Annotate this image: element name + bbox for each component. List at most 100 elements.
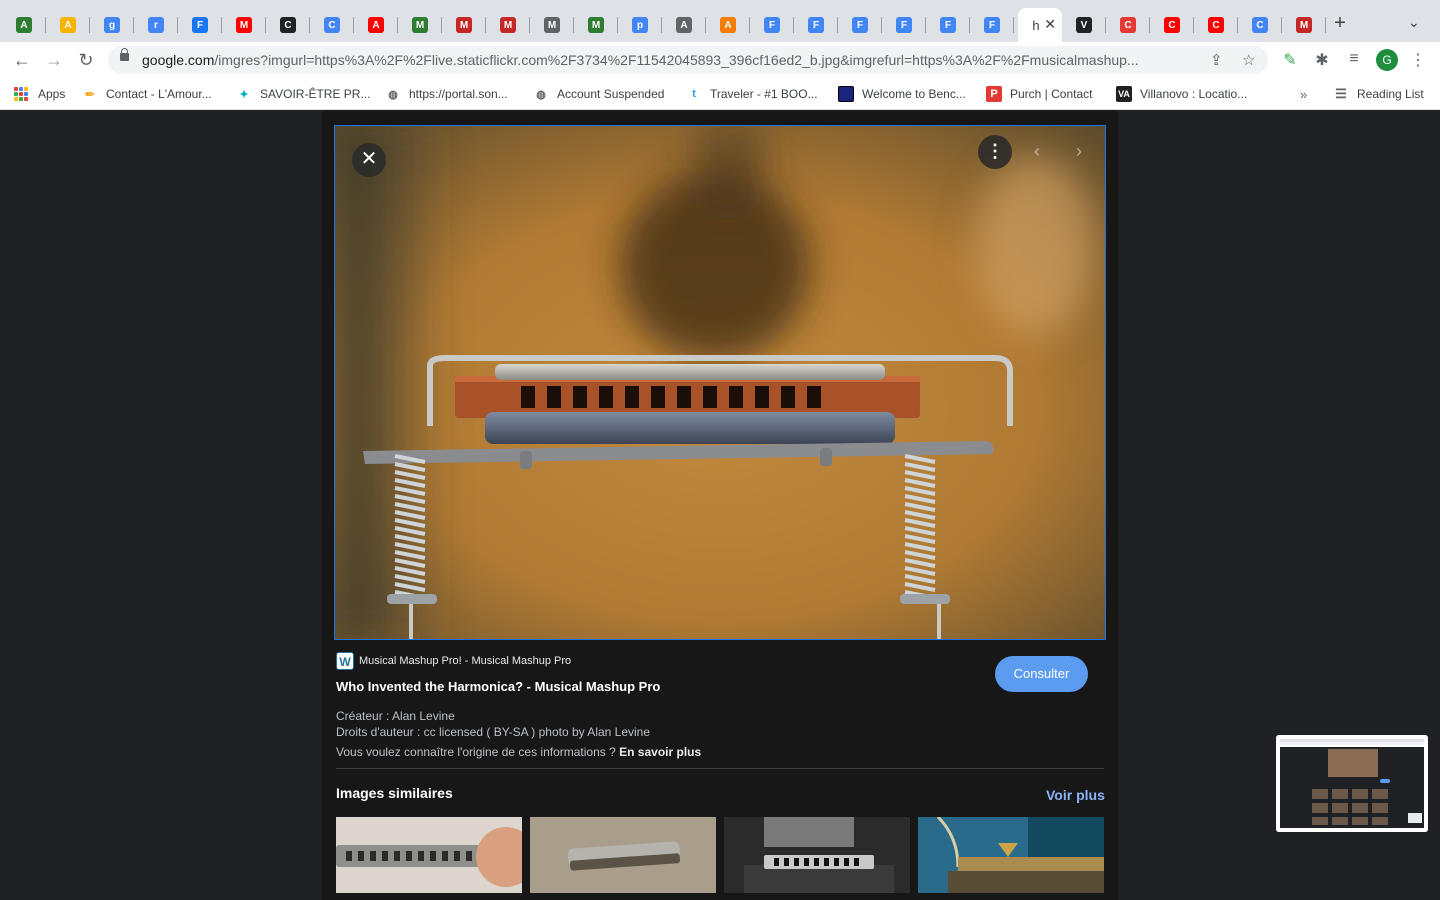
tab-separator <box>969 17 970 33</box>
browser-tab[interactable]: C <box>1154 8 1194 42</box>
browser-tab[interactable]: M <box>402 8 442 42</box>
reload-button[interactable]: ↻ <box>74 48 98 72</box>
reading-list-button[interactable]: ☰ Reading List <box>1333 86 1424 102</box>
tab-favicon-icon: M <box>588 17 604 33</box>
extension-leaf-icon[interactable]: ✎ <box>1280 50 1300 70</box>
tab-separator <box>441 17 442 33</box>
browser-tab[interactable]: F <box>930 8 970 42</box>
profile-avatar[interactable]: G <box>1376 49 1398 71</box>
browser-tab[interactable]: r <box>138 8 178 42</box>
browser-tab[interactable]: M <box>1286 8 1326 42</box>
tab-separator <box>793 17 794 33</box>
next-image-button[interactable]: › <box>1069 141 1089 161</box>
browser-tab[interactable]: F <box>798 8 838 42</box>
more-menu-icon[interactable]: ⋮ <box>1408 50 1428 70</box>
tab-favicon-icon: p <box>632 17 648 33</box>
previous-image-button[interactable]: ‹ <box>1027 141 1047 161</box>
source-row[interactable]: W Musical Mashup Pro! - Musical Mashup P… <box>336 652 571 670</box>
tab-separator <box>749 17 750 33</box>
more-bookmarks-chevron-icon[interactable]: » <box>1300 87 1307 102</box>
bookmark-purch-contact[interactable]: P Purch | Contact <box>986 86 1093 102</box>
close-preview-button[interactable]: ✕ <box>352 143 386 177</box>
bookmark-apps[interactable]: Apps <box>14 86 65 102</box>
browser-tab[interactable]: C <box>1242 8 1282 42</box>
share-icon[interactable]: ⇪ <box>1210 51 1223 69</box>
browser-tab[interactable]: F <box>974 8 1014 42</box>
browser-tab[interactable]: C <box>314 8 354 42</box>
bookmark-label: https://portal.son... <box>409 87 508 101</box>
back-button[interactable]: ← <box>10 48 34 72</box>
tab-favicon-icon: C <box>1164 17 1180 33</box>
address-url[interactable]: google.com/imgres?imgurl=https%3A%2F%2Fl… <box>142 52 1202 68</box>
tab-search-chevron-icon[interactable]: ⌄ <box>1408 14 1420 31</box>
image-viewer[interactable] <box>334 125 1106 640</box>
tab-favicon-icon: A <box>16 17 32 33</box>
browser-tab[interactable]: A <box>6 8 46 42</box>
lock-icon[interactable] <box>120 48 129 61</box>
tab-favicon-icon: A <box>720 17 736 33</box>
new-tab-button[interactable]: + <box>1330 12 1350 35</box>
tab-close-icon[interactable]: ✕ <box>1044 16 1056 33</box>
tab-separator <box>221 17 222 33</box>
similar-image-thumbnail[interactable] <box>336 817 522 893</box>
browser-tab[interactable]: M <box>578 8 618 42</box>
bookmark-welcome-benc[interactable]: Welcome to Benc... <box>838 86 966 102</box>
browser-tab[interactable]: C <box>270 8 310 42</box>
browser-tab[interactable]: F <box>182 8 222 42</box>
bookmark-savoir-etre[interactable]: ✦ SAVOIR-ÊTRE PR... <box>236 86 370 102</box>
bookmark-star-icon[interactable]: ☆ <box>1242 51 1255 69</box>
browser-tab[interactable]: F <box>842 8 882 42</box>
browser-tab[interactable]: C <box>1110 8 1150 42</box>
creator-text: Créateur : Alan Levine <box>336 709 455 723</box>
bookmark-portal-son[interactable]: ◍ https://portal.son... <box>385 86 508 102</box>
bookmark-traveler[interactable]: t Traveler - #1 BOO... <box>686 86 817 102</box>
screen-thumbnail-icon <box>1276 735 1428 832</box>
learn-more-link[interactable]: En savoir plus <box>619 745 701 759</box>
similar-image-thumbnail[interactable] <box>724 817 910 893</box>
tab-favicon-icon: C <box>1120 17 1136 33</box>
bookmark-account-suspended[interactable]: ◍ Account Suspended <box>533 86 664 102</box>
browser-tab[interactable]: F <box>886 8 926 42</box>
result-title[interactable]: Who Invented the Harmonica? - Musical Ma… <box>336 679 660 694</box>
browser-tab[interactable]: p <box>622 8 662 42</box>
tab-favicon-icon: h <box>1032 17 1040 33</box>
tab-active[interactable]: h ✕ <box>1018 8 1062 42</box>
address-host: google.com <box>142 52 215 68</box>
browser-tab[interactable]: M <box>490 8 530 42</box>
browser-tab[interactable]: C <box>1198 8 1238 42</box>
browser-tab[interactable]: V <box>1066 8 1106 42</box>
more-options-button[interactable]: ⋮ <box>978 135 1012 169</box>
browser-tab[interactable]: A <box>50 8 90 42</box>
tab-separator <box>881 17 882 33</box>
browser-tab[interactable]: M <box>446 8 486 42</box>
tab-separator <box>265 17 266 33</box>
bookmark-label: Villanovo : Locatio... <box>1140 87 1248 101</box>
address-bar[interactable]: google.com/imgres?imgurl=https%3A%2F%2Fl… <box>108 46 1268 74</box>
browser-tab[interactable]: A <box>710 8 750 42</box>
browser-tab[interactable]: F <box>754 8 794 42</box>
tab-separator <box>45 17 46 33</box>
apps-grid-icon <box>14 87 28 101</box>
screen-share-preview[interactable] <box>1276 735 1428 832</box>
vertical-dots-icon: ⋮ <box>986 141 1004 161</box>
browser-tab[interactable]: M <box>534 8 574 42</box>
bookmark-contact-lamour[interactable]: ✏ Contact - L'Amour... <box>82 86 211 102</box>
tab-favicon-icon: F <box>764 17 780 33</box>
similar-image-thumbnail[interactable] <box>918 817 1104 893</box>
consult-button[interactable]: Consulter <box>995 656 1088 692</box>
similar-image-thumbnail[interactable] <box>530 817 716 893</box>
thumbnail-harmonica-hand <box>336 817 522 893</box>
browser-tab[interactable]: g <box>94 8 134 42</box>
browser-tab[interactable]: A <box>358 8 398 42</box>
tab-favicon-icon: F <box>896 17 912 33</box>
see-more-link[interactable]: Voir plus <box>1046 787 1105 803</box>
tab-separator <box>397 17 398 33</box>
bookmark-villanovo[interactable]: VA Villanovo : Locatio... <box>1116 86 1247 102</box>
browser-tab[interactable]: M <box>226 8 266 42</box>
forward-button[interactable]: → <box>42 48 66 72</box>
tab-separator <box>1237 17 1238 33</box>
tab-separator <box>133 17 134 33</box>
extensions-puzzle-icon[interactable]: ✱ <box>1312 50 1332 70</box>
media-control-icon[interactable]: ≡ <box>1344 50 1364 68</box>
browser-tab[interactable]: A <box>666 8 706 42</box>
